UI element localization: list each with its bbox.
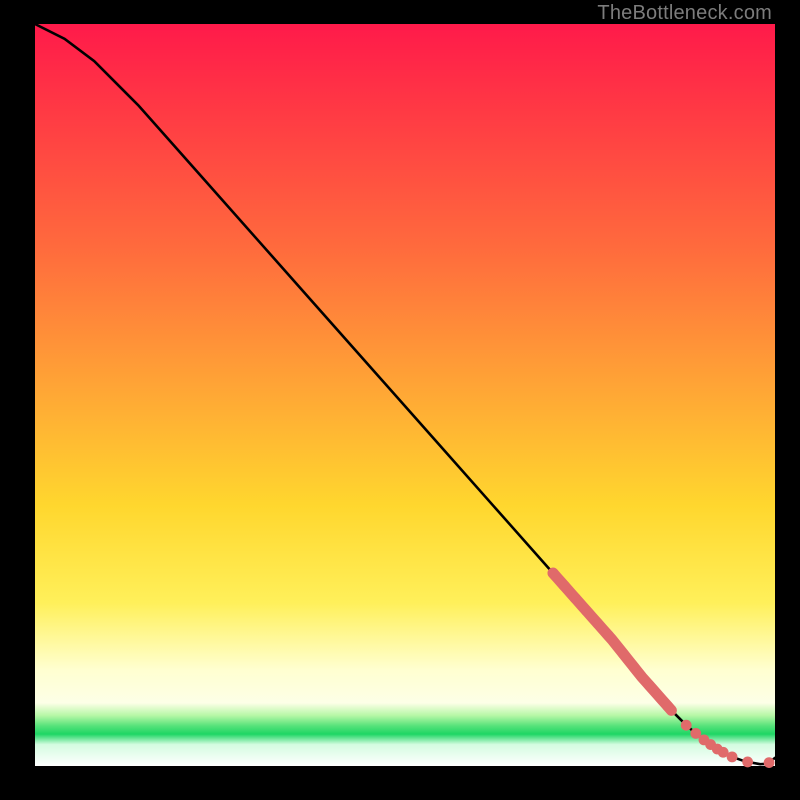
data-dot	[581, 605, 592, 616]
chart-overlay	[35, 24, 775, 766]
curve-highlight-segments	[553, 573, 671, 710]
data-dot	[548, 568, 559, 579]
curve-highlight	[553, 573, 671, 710]
data-dot	[618, 648, 629, 659]
chart-plot-area	[35, 24, 775, 766]
data-dot	[681, 720, 692, 731]
data-dot	[644, 680, 655, 691]
performance-curve	[35, 24, 775, 764]
data-dot	[570, 593, 581, 604]
data-dot	[727, 751, 738, 762]
data-dot	[764, 757, 775, 768]
data-dot	[592, 618, 603, 629]
data-dot	[559, 580, 570, 591]
watermark-credit: TheBottleneck.com	[597, 2, 772, 25]
data-dot	[603, 630, 614, 641]
data-dot	[629, 662, 640, 673]
data-dot	[742, 757, 753, 768]
data-dot	[662, 701, 673, 712]
